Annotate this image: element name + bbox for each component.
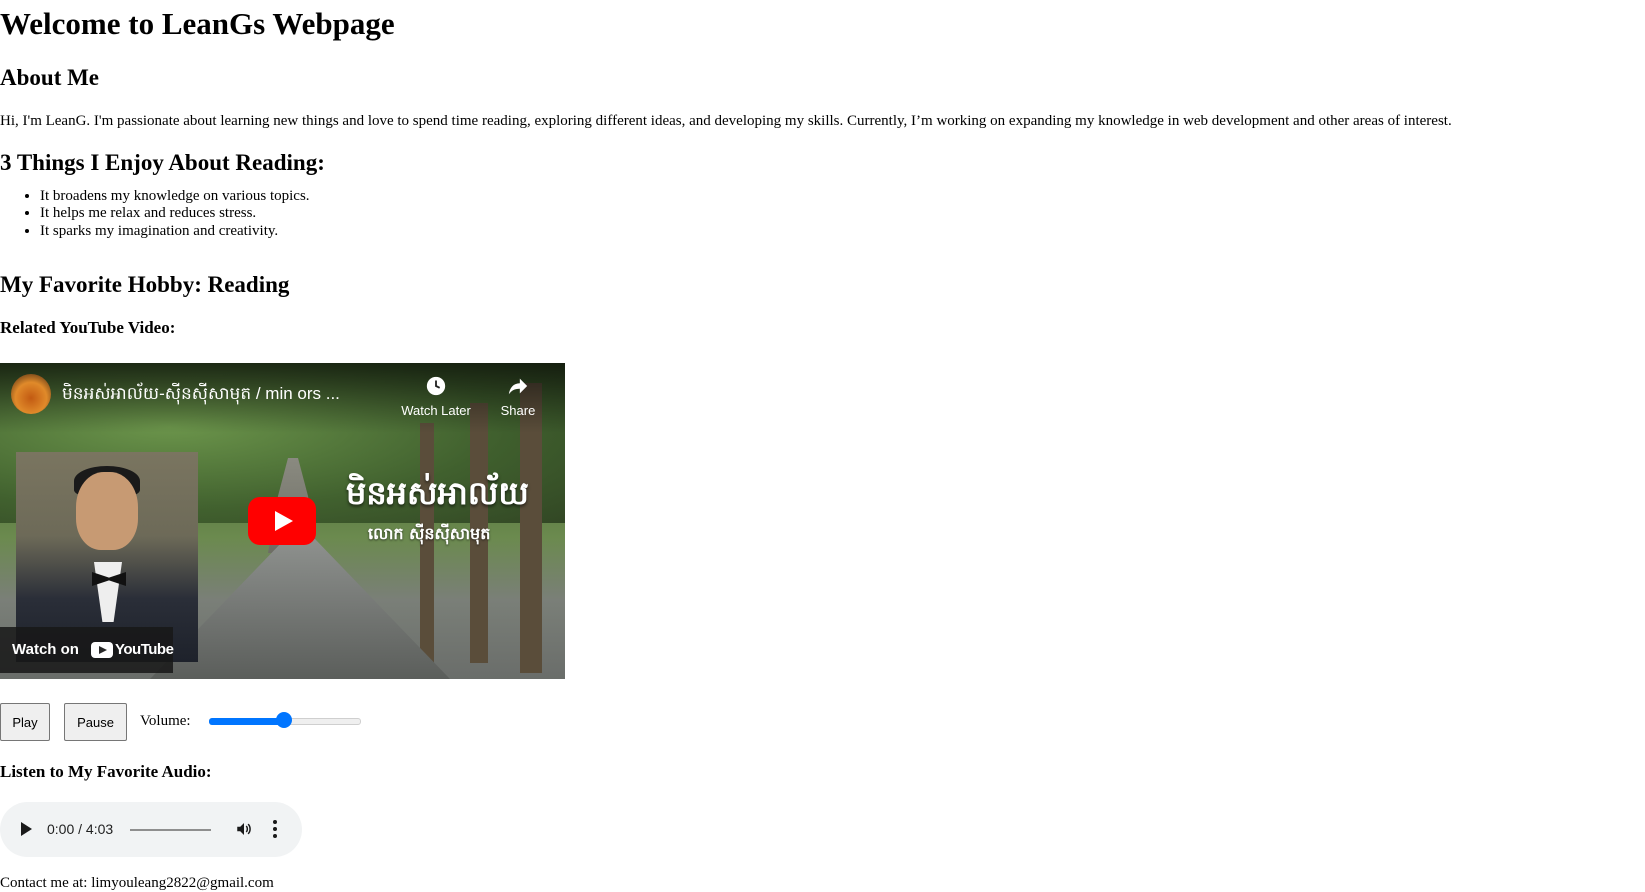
youtube-logo-icon	[91, 642, 113, 658]
contact-text: Contact me at: limyouleang2822@gmail.com	[0, 875, 274, 891]
audio-heading: Listen to My Favorite Audio:	[0, 762, 212, 781]
volume-slider-thumb[interactable]	[276, 712, 292, 728]
video-heading: Related YouTube Video:	[0, 318, 176, 337]
hobby-heading: My Favorite Hobby: Reading	[0, 272, 290, 297]
list-item: It broadens my knowledge on various topi…	[40, 188, 310, 205]
share-button[interactable]: Share	[478, 375, 558, 418]
video-overlay-title: មិនអស់អាល័យ	[346, 474, 529, 512]
volume-icon[interactable]	[234, 820, 254, 838]
volume-slider[interactable]	[209, 712, 361, 728]
about-text: Hi, I'm LeanG. I'm passionate about lear…	[0, 113, 1452, 129]
page-title: Welcome to LeanGs Webpage	[0, 6, 395, 41]
clock-icon	[426, 376, 446, 396]
youtube-wordmark: YouTube	[115, 641, 174, 658]
youtube-play-button[interactable]	[248, 497, 316, 545]
watch-on-youtube-button[interactable]: Watch on YouTube	[0, 627, 174, 673]
audio-seek-bar[interactable]	[130, 829, 211, 831]
play-button[interactable]: Play	[0, 703, 50, 741]
list-item: It helps me relax and reduces stress.	[40, 205, 310, 222]
reading-heading: 3 Things I Enjoy About Reading:	[0, 150, 325, 175]
audio-time: 0:00 / 4:03	[47, 821, 114, 837]
video-title[interactable]: មិនអស់អាល័យ-ស៊ីនស៊ីសាមុត / min ors ...	[62, 383, 340, 408]
reading-list: It broadens my knowledge on various topi…	[0, 188, 310, 240]
volume-label: Volume:	[140, 713, 191, 729]
watch-later-button[interactable]: Watch Later	[396, 375, 476, 418]
share-label: Share	[500, 403, 536, 418]
watch-on-label: Watch on	[12, 641, 79, 658]
audio-play-icon[interactable]	[21, 822, 32, 836]
portrait-shirt	[94, 562, 122, 622]
share-icon	[508, 378, 528, 395]
portrait-face	[76, 472, 138, 550]
video-overlay-subtitle: លោក ស៊ីនស៊ីសាមុត	[368, 524, 491, 543]
about-heading: About Me	[0, 65, 100, 90]
channel-avatar[interactable]	[11, 374, 51, 414]
audio-player[interactable]: 0:00 / 4:03	[0, 802, 302, 857]
pause-button[interactable]: Pause	[64, 703, 127, 741]
list-item: It sparks my imagination and creativity.	[40, 223, 310, 240]
more-options-icon[interactable]	[272, 820, 278, 838]
youtube-embed[interactable]: មិនអស់អាល័យ-ស៊ីនស៊ីសាមុត / min ors ... W…	[0, 363, 565, 679]
volume-slider-fill	[209, 718, 284, 725]
watch-later-label: Watch Later	[401, 403, 471, 418]
